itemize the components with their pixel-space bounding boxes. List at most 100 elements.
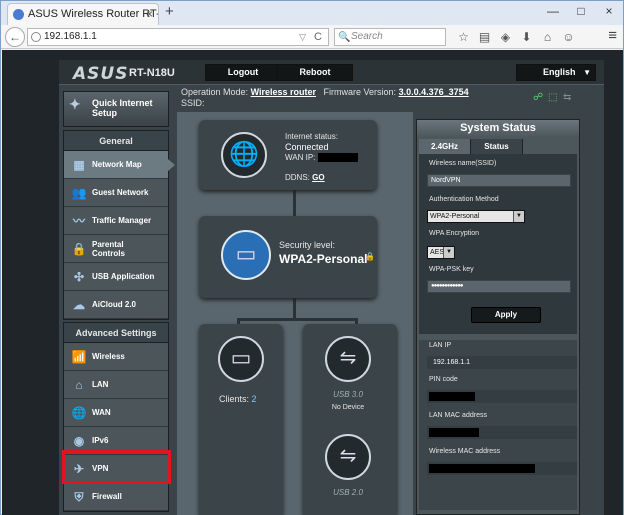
asus-logo: ASUS	[73, 64, 129, 84]
sidebar-item-label: WAN	[92, 408, 111, 417]
back-button[interactable]: ←	[5, 27, 25, 47]
language-value: English	[543, 67, 576, 77]
sidebar-item-lan[interactable]: ⌂ LAN	[64, 371, 168, 399]
nav-bar: ← 192.168.1.1 ▽ C 🔍 Search ☆ ▤ ◈ ⬇ ⌂ ☺ ≡	[1, 25, 623, 49]
psk-label: WPA-PSK key	[429, 266, 474, 273]
clients-count[interactable]: 2	[252, 394, 257, 404]
sidebar-item-wireless[interactable]: 📶 Wireless	[64, 343, 168, 371]
auth-method-select[interactable]: WPA2-Personal ▼	[427, 210, 525, 223]
chevron-down-icon: ▼	[583, 68, 591, 77]
wireless-mac-label: Wireless MAC address	[429, 448, 501, 455]
sidebar-item-label: Traffic Manager	[92, 216, 152, 225]
sidebar-item-label: LAN	[92, 380, 109, 389]
window-controls: — □ ×	[539, 1, 623, 21]
wireless-name-label: Wireless name(SSID)	[429, 160, 497, 167]
op-mode-link[interactable]: Wireless router	[251, 87, 316, 97]
auth-method-label: Authentication Method	[429, 196, 499, 203]
lan-mac-label: LAN MAC address	[429, 412, 487, 419]
router-node[interactable]: ▭ Security level: WPA2-Personal 🔒	[199, 216, 377, 298]
wifi-icon: 📶	[71, 350, 87, 364]
general-header: General	[64, 131, 168, 151]
lock-icon: 🔒	[71, 242, 87, 256]
wireless-mac-redacted	[429, 464, 535, 473]
internet-node[interactable]: 🌐 Internet status: Connected WAN IP: DDN…	[199, 120, 377, 190]
download-icon[interactable]: ⬇	[516, 29, 537, 45]
reader-icon[interactable]: ▤	[474, 29, 495, 45]
quick-setup-label: Quick Internet Setup	[92, 98, 153, 118]
sidebar-item-wan[interactable]: 🌐 WAN	[64, 399, 168, 427]
language-select[interactable]: English ▼	[516, 64, 596, 81]
search-input[interactable]: 🔍 Search	[334, 28, 446, 46]
quick-internet-setup-button[interactable]: ✦ Quick Internet Setup	[63, 91, 169, 127]
sidebar-item-label: USB Application	[92, 272, 155, 281]
usb-icon[interactable]: ⇋	[325, 434, 371, 480]
sidebar-item-guest-network[interactable]: 👥 Guest Network	[64, 179, 168, 207]
sidebar-item-parental-controls[interactable]: 🔒 Parental Controls	[64, 235, 168, 263]
usb2-label: USB 2.0	[333, 488, 363, 497]
close-window-button[interactable]: ×	[595, 1, 623, 21]
chevron-down-icon: ▼	[443, 247, 454, 258]
ddns-label: DDNS:	[285, 173, 310, 182]
pocket-icon[interactable]: ◈	[495, 29, 516, 45]
url-bar[interactable]: 192.168.1.1 ▽ C	[27, 28, 329, 46]
ssid-field[interactable]: NordVPN	[427, 174, 571, 187]
clients-node[interactable]: ▭ Clients: 2	[199, 324, 283, 515]
new-tab-button[interactable]: +	[165, 4, 174, 20]
general-menu: General ▦ Network Map 👥 Guest Network 〰 …	[63, 130, 175, 320]
network-map-icon: ▦	[73, 158, 85, 172]
home-icon[interactable]: ⌂	[537, 29, 558, 45]
maximize-button[interactable]: □	[567, 1, 595, 21]
tab-2-4ghz[interactable]: 2.4GHz	[419, 139, 471, 154]
connector-line	[293, 298, 296, 320]
url-text: 192.168.1.1	[44, 31, 97, 42]
firmware-link[interactable]: 3.0.0.4.376_3754	[399, 87, 469, 97]
globe-icon	[31, 32, 41, 42]
usb3-status: No Device	[331, 404, 365, 411]
encryption-value: AES	[430, 249, 445, 256]
minimize-button[interactable]: —	[539, 1, 567, 21]
home-network-icon: ⌂	[75, 378, 83, 392]
sidebar-item-label: AiCloud 2.0	[92, 300, 137, 309]
wan-ip-redacted	[317, 153, 358, 163]
chat-icon[interactable]: ☺	[558, 29, 579, 45]
close-tab-icon[interactable]: ×	[146, 4, 153, 24]
sidebar-item-usb-application[interactable]: ✣ USB Application	[64, 263, 168, 291]
usb-status-icon[interactable]: ⬚	[548, 92, 563, 103]
usb-column: ⇋ USB 3.0 No Device ⇋ USB 2.0	[303, 324, 397, 515]
sidebar-item-traffic-manager[interactable]: 〰 Traffic Manager	[64, 207, 168, 235]
network-icon[interactable]: ☍	[533, 92, 548, 103]
menu-icon[interactable]: ≡	[608, 28, 617, 44]
apply-button[interactable]: Apply	[471, 307, 541, 323]
sidebar-item-firewall[interactable]: ⛨ Firewall	[64, 483, 168, 511]
encryption-select[interactable]: AES ▼	[427, 246, 455, 259]
reboot-button[interactable]: Reboot	[277, 64, 353, 81]
browser-tab[interactable]: ASUS Wireless Router RT-N... ×	[7, 3, 159, 25]
sidebar-item-network-map[interactable]: ▦ Network Map	[64, 151, 175, 179]
traffic-manager-icon: 〰	[72, 214, 85, 228]
browser-window: ASUS Wireless Router RT-N... × + — □ × ←…	[0, 0, 624, 515]
search-placeholder: Search	[351, 31, 383, 42]
url-dropdown-icon[interactable]: ▽	[299, 29, 306, 45]
operation-mode-line: Operation Mode: Wireless router Firmware…	[181, 87, 469, 97]
lock-icon: 🔒	[365, 252, 375, 261]
ddns-go-link[interactable]: GO	[312, 173, 324, 182]
usb-icon[interactable]: ⇆	[563, 92, 578, 103]
tab-status[interactable]: Status	[471, 139, 523, 154]
router-icon: ▭	[221, 230, 271, 280]
usb-icon[interactable]: ⇋	[325, 336, 371, 382]
psk-field[interactable]: ●●●●●●●●●●●●	[427, 280, 571, 293]
internet-status-value: Connected	[285, 142, 329, 152]
reload-icon[interactable]: C	[314, 29, 322, 45]
network-map-panel: 🌐 Internet status: Connected WAN IP: DDN…	[177, 112, 413, 515]
guest-network-icon: 👥	[71, 186, 87, 200]
logout-button[interactable]: Logout	[205, 64, 281, 81]
search-icon: 🔍	[338, 32, 351, 43]
security-level-value: WPA2-Personal	[279, 252, 368, 266]
sidebar-item-label: Network Map	[92, 160, 142, 169]
star-icon[interactable]: ☆	[453, 29, 474, 45]
shield-icon: ⛨	[74, 490, 84, 504]
sidebar-item-label: Firewall	[92, 492, 122, 501]
sidebar-item-aicloud[interactable]: ☁ AiCloud 2.0	[64, 291, 168, 319]
clients-info: Clients: 2	[219, 394, 257, 404]
sidebar-item-label: Parental Controls	[92, 240, 125, 258]
